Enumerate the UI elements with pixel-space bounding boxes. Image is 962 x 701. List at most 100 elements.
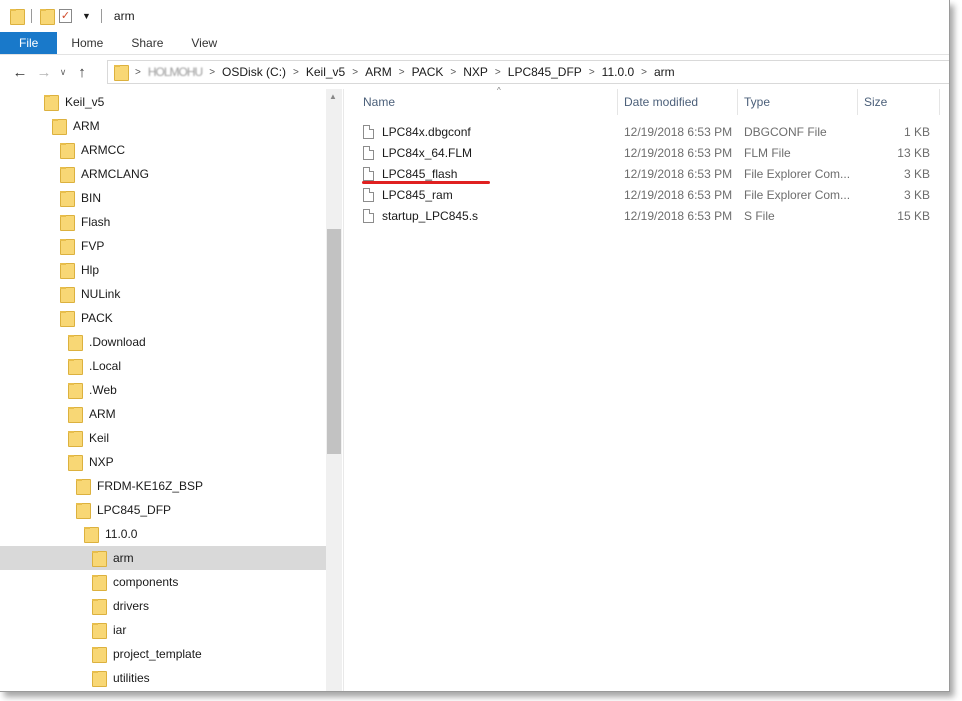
tree-item-arm-selected[interactable]: arm	[0, 546, 326, 570]
file-size: 13 KB	[897, 145, 930, 160]
file-icon	[363, 145, 374, 160]
breadcrumb-separator-icon[interactable]: >	[133, 67, 143, 78]
breadcrumb-lpc845-dfp[interactable]: LPC845_DFP	[503, 65, 587, 79]
tab-share[interactable]: Share	[117, 32, 177, 54]
recent-locations-chevron-down-icon[interactable]: ∨	[56, 60, 70, 84]
folder-icon	[60, 287, 75, 303]
address-bar[interactable]: > HOLMOHU > OSDisk (C:) > Keil_v5 > ARM …	[107, 60, 949, 84]
tree-item-fvp[interactable]: FVP	[0, 234, 326, 258]
tree-item-pack[interactable]: PACK	[0, 306, 326, 330]
file-row[interactable]: startup_LPC845.s 12/19/2018 6:53 PM S Fi…	[363, 205, 943, 226]
file-name: LPC84x.dbgconf	[382, 124, 471, 139]
breadcrumb-separator-icon[interactable]: >	[397, 67, 407, 78]
breadcrumb-version[interactable]: 11.0.0	[597, 65, 639, 79]
tree-item-utilities[interactable]: utilities	[0, 666, 326, 690]
tree-item-keil[interactable]: Keil	[0, 426, 326, 450]
quick-access-divider	[31, 9, 32, 23]
app-folder-icon	[10, 9, 25, 25]
file-type: File Explorer Com...	[744, 187, 851, 202]
tree-item-flash[interactable]: Flash	[0, 210, 326, 234]
breadcrumb-separator-icon[interactable]: >	[448, 67, 458, 78]
navigation-pane: Keil_v5 ARM ARMCC ARMCLANG BIN Flash FVP…	[0, 89, 326, 691]
tree-item-armcc[interactable]: ARMCC	[0, 138, 326, 162]
tree-item-download[interactable]: .Download	[0, 330, 326, 354]
navigation-scrollbar[interactable]: ▲	[326, 89, 342, 691]
scrollbar-thumb[interactable]	[327, 229, 341, 454]
breadcrumb-separator-icon[interactable]: >	[493, 67, 503, 78]
breadcrumb-separator-icon[interactable]: >	[291, 67, 301, 78]
file-icon	[363, 208, 374, 223]
tree-item-pack-arm[interactable]: ARM	[0, 402, 326, 426]
new-folder-icon[interactable]	[40, 9, 55, 25]
address-folder-icon	[114, 65, 129, 81]
ribbon-tabs: File Home Share View	[0, 32, 949, 55]
tree-item-arm[interactable]: ARM	[0, 114, 326, 138]
tree-item-drivers[interactable]: drivers	[0, 594, 326, 618]
folder-icon	[60, 167, 75, 183]
breadcrumb-separator-icon[interactable]: >	[639, 67, 649, 78]
file-row[interactable]: LPC84x_64.FLM 12/19/2018 6:53 PM FLM Fil…	[363, 142, 943, 163]
customize-quick-access-icon[interactable]: ▼	[82, 11, 91, 21]
tab-file[interactable]: File	[0, 32, 58, 54]
tree-item-bin[interactable]: BIN	[0, 186, 326, 210]
breadcrumb-separator-icon[interactable]: >	[587, 67, 597, 78]
folder-icon	[68, 431, 83, 447]
tree-item-nulink[interactable]: NULink	[0, 282, 326, 306]
tree-item-frdm-ke16z-bsp[interactable]: FRDM-KE16Z_BSP	[0, 474, 326, 498]
forward-arrow-icon[interactable]: →	[32, 60, 56, 84]
tree-item-components[interactable]: components	[0, 570, 326, 594]
folder-icon	[68, 383, 83, 399]
back-arrow-icon[interactable]: ←	[8, 60, 32, 84]
tab-home[interactable]: Home	[57, 32, 117, 54]
folder-icon	[76, 479, 91, 495]
file-date: 12/19/2018 6:53 PM	[624, 166, 733, 181]
column-header-size[interactable]: Size	[860, 89, 940, 115]
folder-icon	[68, 407, 83, 423]
column-header-type[interactable]: Type	[740, 89, 858, 115]
tree-item-armclang[interactable]: ARMCLANG	[0, 162, 326, 186]
breadcrumb-pack[interactable]: PACK	[407, 65, 449, 79]
tree-item-local[interactable]: .Local	[0, 354, 326, 378]
file-row[interactable]: LPC84x.dbgconf 12/19/2018 6:53 PM DBGCON…	[363, 121, 943, 142]
folder-icon	[92, 551, 107, 567]
breadcrumb-separator-icon[interactable]: >	[207, 67, 217, 78]
folder-icon	[84, 527, 99, 543]
breadcrumb-nxp[interactable]: NXP	[458, 65, 493, 79]
folder-icon	[92, 575, 107, 591]
tab-view[interactable]: View	[177, 32, 231, 54]
tree-item-web[interactable]: .Web	[0, 378, 326, 402]
file-row[interactable]: LPC845_ram 12/19/2018 6:53 PM File Explo…	[363, 184, 943, 205]
tree-item-lpc845-dfp[interactable]: LPC845_DFP	[0, 498, 326, 522]
folder-icon	[52, 119, 67, 135]
tree-item-iar[interactable]: iar	[0, 618, 326, 642]
breadcrumb-keil[interactable]: Keil_v5	[301, 65, 350, 79]
file-name: LPC845_flash	[382, 166, 458, 181]
column-header-date[interactable]: Date modified	[620, 89, 738, 115]
breadcrumb-current[interactable]: arm	[649, 65, 680, 79]
file-size: 1 KB	[903, 124, 930, 139]
breadcrumb-osdisk[interactable]: OSDisk (C:)	[217, 65, 291, 79]
tree-item-hlp[interactable]: Hlp	[0, 258, 326, 282]
file-date: 12/19/2018 6:53 PM	[624, 208, 733, 223]
pane-divider[interactable]	[343, 89, 344, 691]
tree-item-nxp[interactable]: NXP	[0, 450, 326, 474]
tree-item-project-template[interactable]: project_template	[0, 642, 326, 666]
folder-icon	[44, 95, 59, 111]
column-headers: Name ^ Date modified Type Size	[345, 86, 949, 115]
folder-icon	[60, 143, 75, 159]
breadcrumb-pc[interactable]: HOLMOHU	[143, 65, 207, 79]
scroll-up-arrow-icon[interactable]: ▲	[329, 92, 337, 101]
tree-item-keil-v5[interactable]: Keil_v5	[0, 90, 326, 114]
breadcrumb-arm[interactable]: ARM	[360, 65, 397, 79]
properties-icon[interactable]: ✓	[59, 9, 72, 23]
breadcrumb-separator-icon[interactable]: >	[350, 67, 360, 78]
folder-icon	[60, 311, 75, 327]
explorer-window: ✓ ▼ arm File Home Share View ← → ∨ ↑ > H…	[0, 0, 950, 692]
folder-icon	[60, 239, 75, 255]
file-size: 3 KB	[903, 187, 930, 202]
folder-icon	[68, 455, 83, 471]
folder-icon	[60, 263, 75, 279]
column-header-name[interactable]: Name ^	[359, 86, 618, 115]
up-arrow-icon[interactable]: ↑	[70, 60, 94, 84]
tree-item-version[interactable]: 11.0.0	[0, 522, 326, 546]
